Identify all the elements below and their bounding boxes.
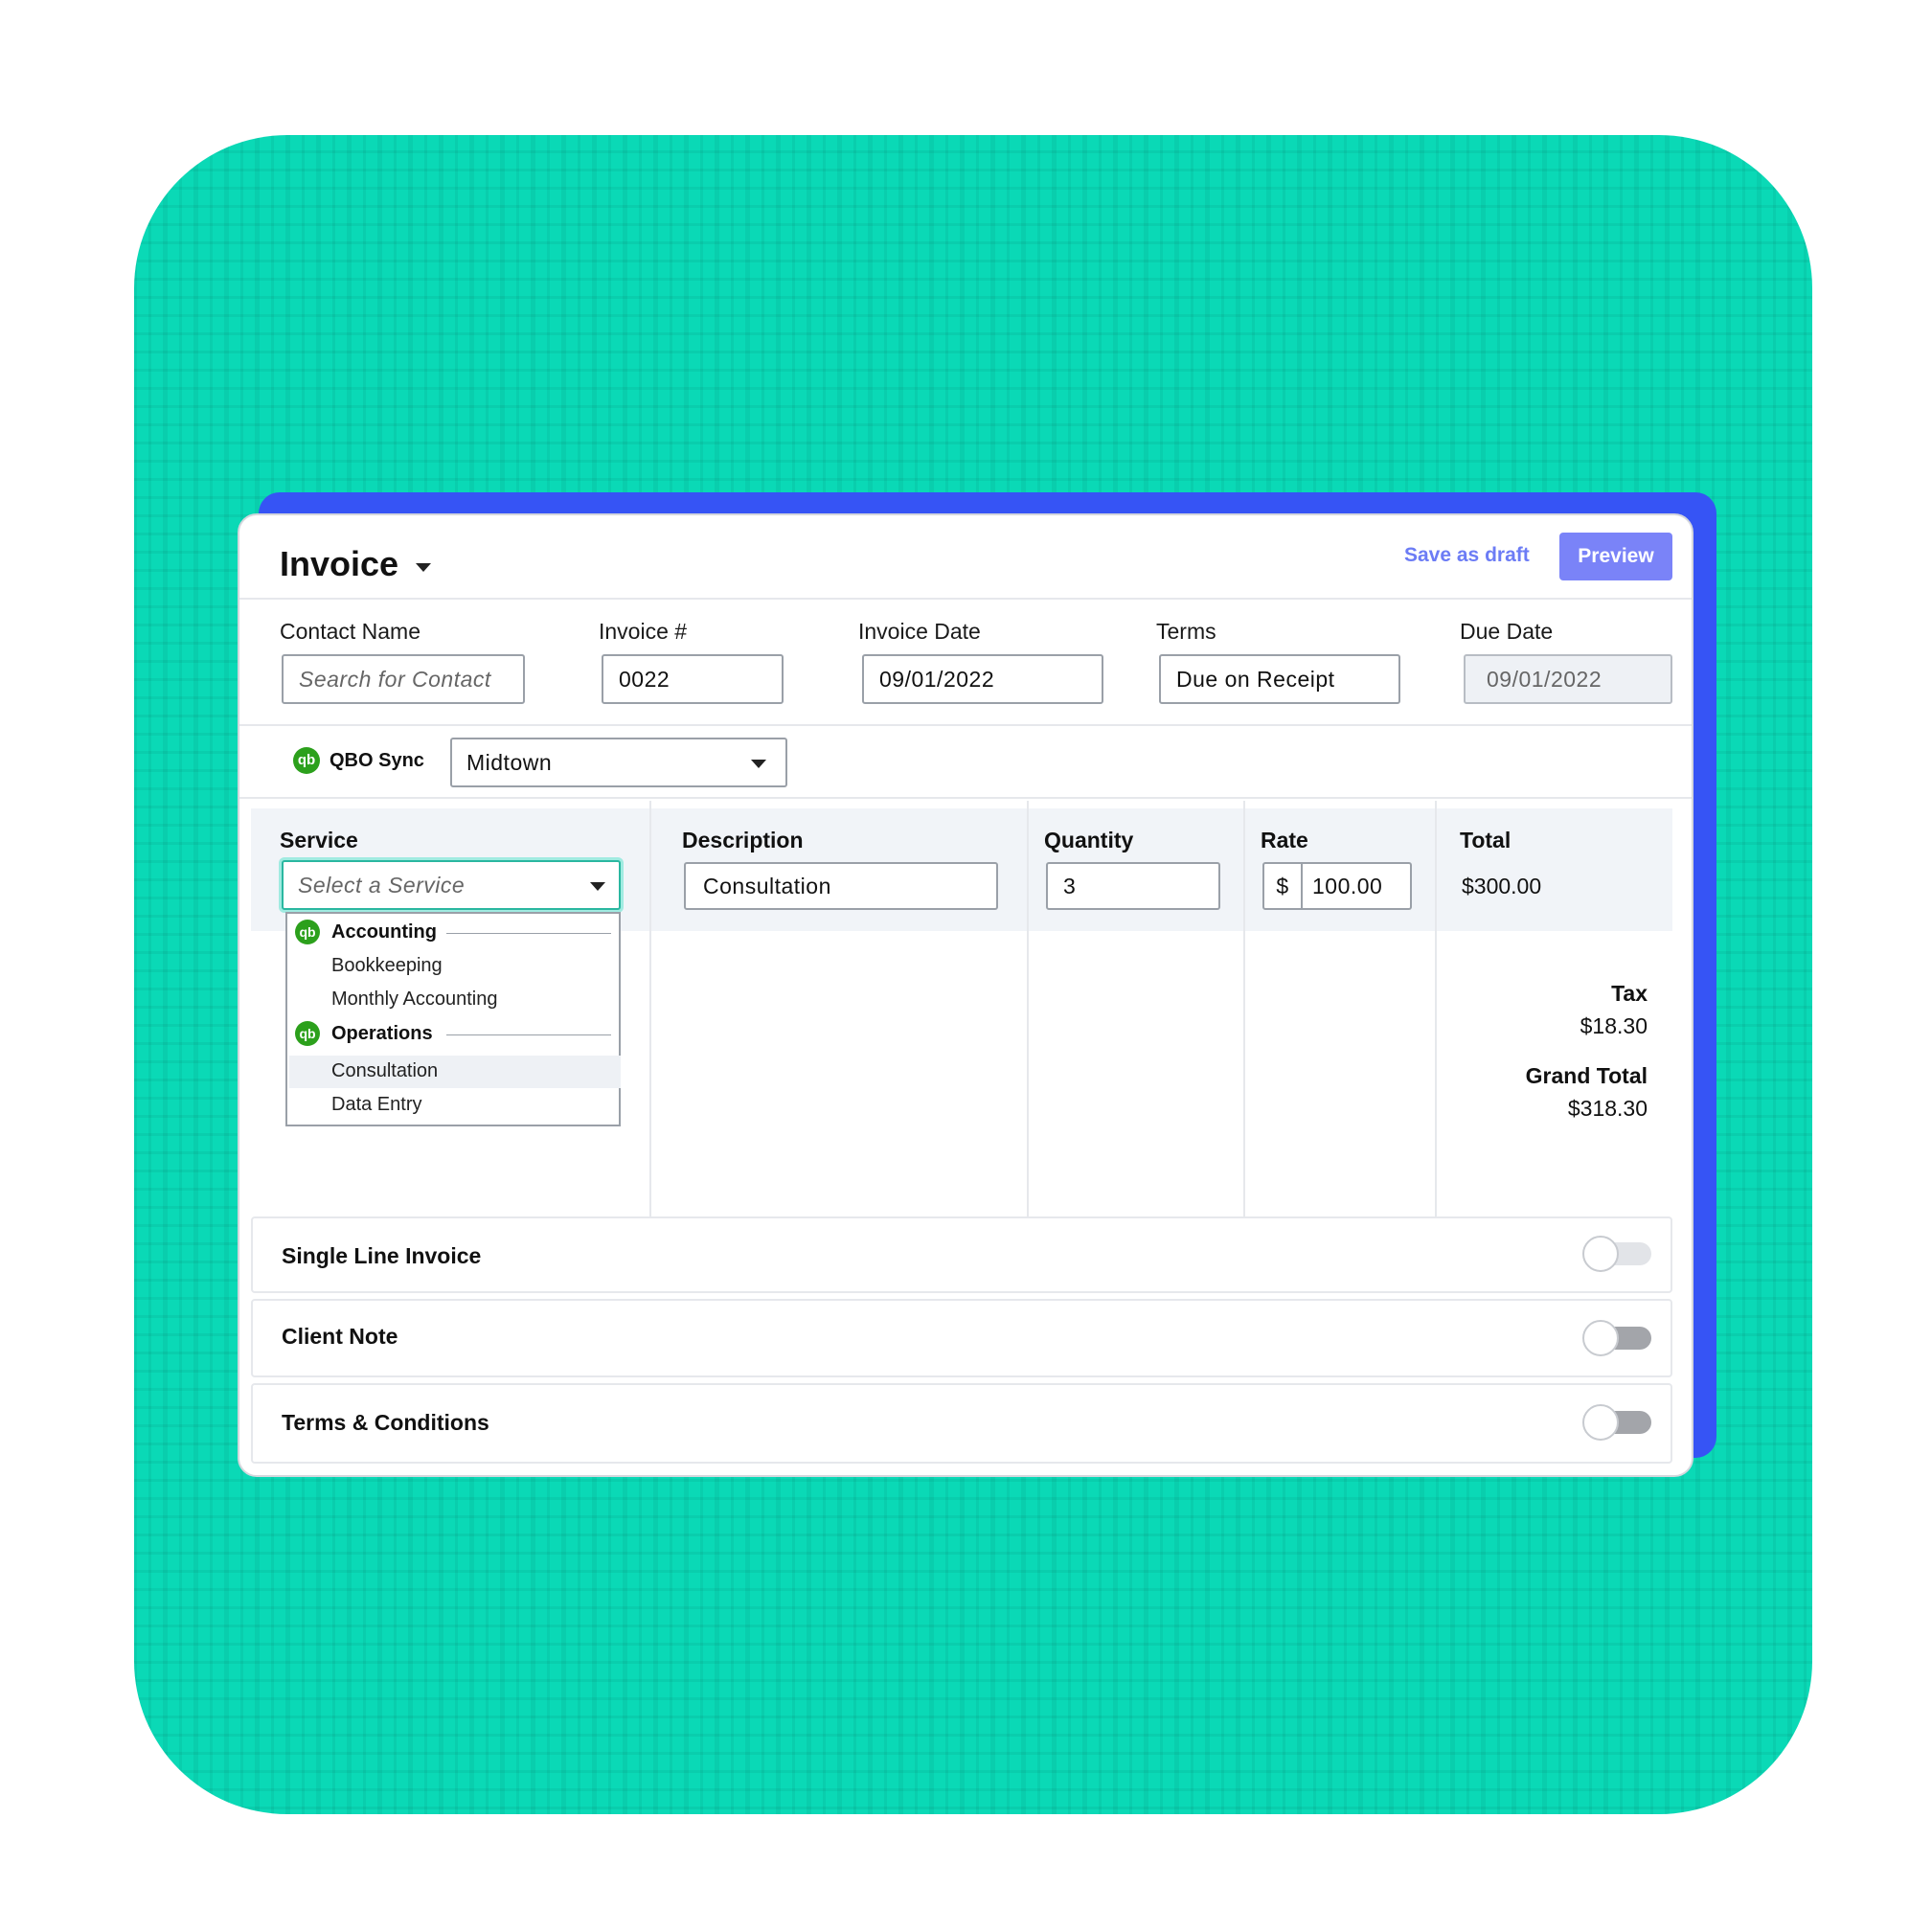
chevron-down-icon[interactable]: [416, 563, 431, 572]
tax-value: $18.30: [1580, 1013, 1648, 1038]
rate-value[interactable]: 100.00: [1312, 864, 1382, 908]
dropdown-item-monthly-accounting[interactable]: Monthly Accounting: [331, 989, 497, 1011]
column-divider: [649, 801, 651, 1216]
quickbooks-icon: qb: [295, 1021, 320, 1046]
column-divider: [1243, 801, 1245, 1216]
description-column-header: Description: [682, 828, 804, 852]
single-line-invoice-section: Single Line Invoice: [251, 1216, 1672, 1293]
terms-conditions-section: Terms & Conditions: [251, 1383, 1672, 1464]
rate-input-group[interactable]: $ 100.00: [1262, 862, 1412, 910]
quickbooks-icon: qb: [295, 920, 320, 944]
chevron-down-icon[interactable]: [751, 760, 766, 768]
column-divider: [1435, 801, 1437, 1216]
service-column-header: Service: [280, 828, 358, 852]
terms-select[interactable]: Due on Receipt: [1159, 654, 1400, 704]
service-select[interactable]: Select a Service: [282, 860, 621, 910]
header-divider: [239, 598, 1692, 600]
qbo-sync-label: QBO Sync: [330, 750, 424, 771]
sync-divider: [239, 797, 1692, 799]
quantity-column-header: Quantity: [1044, 828, 1134, 852]
terms-conditions-toggle[interactable]: [1582, 1404, 1651, 1441]
quickbooks-icon: qb: [293, 747, 320, 774]
group-divider-line: [446, 1034, 611, 1035]
client-note-section: Client Note: [251, 1299, 1672, 1377]
single-line-invoice-label: Single Line Invoice: [282, 1243, 482, 1268]
invoice-number-label: Invoice #: [599, 619, 688, 644]
chevron-down-icon[interactable]: [590, 882, 605, 891]
client-note-toggle[interactable]: [1582, 1320, 1651, 1356]
contact-name-label: Contact Name: [280, 619, 421, 644]
invoice-card: Invoice Save as draft Preview Contact Na…: [238, 513, 1693, 1477]
quantity-input[interactable]: 3: [1046, 862, 1220, 910]
invoice-number-input[interactable]: 0022: [602, 654, 784, 704]
toggle-knob: [1582, 1320, 1619, 1356]
single-line-invoice-toggle[interactable]: [1582, 1236, 1651, 1272]
dropdown-item-bookkeeping[interactable]: Bookkeeping: [331, 955, 443, 977]
rate-column-header: Rate: [1261, 828, 1308, 852]
contact-search-input[interactable]: Search for Contact: [282, 654, 525, 704]
location-select[interactable]: Midtown: [450, 738, 787, 787]
grand-total-value: $318.30: [1567, 1096, 1648, 1121]
column-divider: [1027, 801, 1029, 1216]
dropdown-item-consultation[interactable]: Consultation: [331, 1060, 438, 1082]
invoice-date-label: Invoice Date: [858, 619, 981, 644]
toggle-knob: [1582, 1404, 1619, 1441]
total-column-header: Total: [1460, 828, 1512, 852]
toggle-knob: [1582, 1236, 1619, 1272]
client-note-label: Client Note: [282, 1324, 398, 1349]
preview-button[interactable]: Preview: [1559, 533, 1672, 580]
service-dropdown-menu: qb Accounting Bookkeeping Monthly Accoun…: [285, 912, 621, 1126]
due-date-input: 09/01/2022: [1464, 654, 1672, 704]
group-divider-line: [446, 933, 611, 934]
terms-conditions-label: Terms & Conditions: [282, 1410, 489, 1435]
description-input[interactable]: Consultation: [684, 862, 998, 910]
due-date-label: Due Date: [1460, 619, 1554, 644]
page-title: Invoice: [280, 544, 399, 583]
dropdown-group-accounting: Accounting: [331, 921, 437, 943]
dropdown-item-data-entry[interactable]: Data Entry: [331, 1094, 421, 1116]
location-select-value: Midtown: [466, 750, 553, 775]
currency-symbol: $: [1264, 864, 1303, 908]
fields-divider: [239, 724, 1692, 726]
grand-total-label: Grand Total: [1525, 1063, 1648, 1088]
dropdown-group-operations: Operations: [331, 1023, 433, 1044]
terms-label: Terms: [1156, 619, 1216, 644]
save-as-draft-button[interactable]: Save as draft: [1404, 544, 1530, 567]
invoice-date-input[interactable]: 09/01/2022: [862, 654, 1103, 704]
tax-label: Tax: [1611, 981, 1648, 1006]
line-total-value: $300.00: [1462, 874, 1542, 898]
